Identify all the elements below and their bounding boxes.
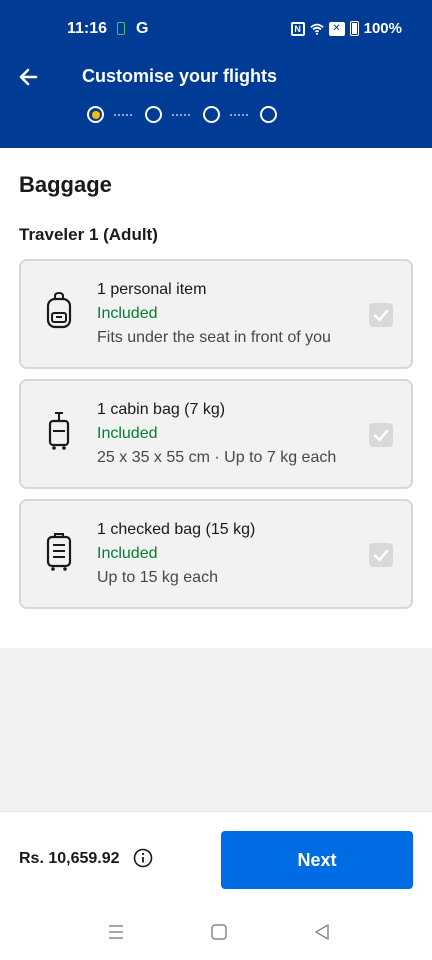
- home-square-icon[interactable]: [209, 922, 229, 942]
- progress-stepper: [87, 106, 287, 124]
- checkbox-checked-icon[interactable]: [369, 543, 393, 567]
- step-divider: [114, 114, 132, 116]
- google-icon: G: [136, 20, 149, 37]
- battery-percent: 100%: [363, 20, 402, 37]
- bag-description: Up to 15 kg each: [97, 569, 218, 586]
- step-4-indicator: [260, 106, 277, 123]
- bag-status: Included: [97, 545, 158, 562]
- step-divider: [172, 114, 190, 116]
- checked-bag-icon: [46, 533, 72, 571]
- bag-card-checked-bag[interactable]: 1 checked bag (15 kg) Included Up to 15 …: [19, 499, 413, 609]
- cabin-bag-icon: [48, 412, 70, 450]
- next-button[interactable]: Next: [221, 831, 413, 889]
- page-title: Customise your flights: [82, 66, 278, 86]
- nfc-icon: N: [290, 21, 305, 36]
- battery-icon: [349, 21, 359, 36]
- wifi-icon: [309, 23, 324, 35]
- traveler-label: Traveler 1 (Adult): [19, 225, 158, 244]
- total-price: Rs. 10,659.92: [19, 850, 120, 867]
- bag-name: 1 cabin bag (7 kg): [97, 401, 226, 418]
- info-icon[interactable]: [133, 848, 153, 868]
- menu-icon[interactable]: [106, 922, 126, 942]
- bag-name: 1 checked bag (15 kg): [97, 521, 256, 538]
- back-triangle-icon[interactable]: [312, 922, 332, 942]
- bag-card-cabin-bag[interactable]: 1 cabin bag (7 kg) Included 25 x 35 x 55…: [19, 379, 413, 489]
- backpack-icon: [46, 291, 72, 329]
- step-divider: [230, 114, 248, 116]
- bag-description: 25 x 35 x 55 cm · Up to 7 kg each: [97, 449, 337, 466]
- checkbox-checked-icon[interactable]: [369, 423, 393, 447]
- bag-description: Fits under the seat in front of you: [97, 329, 331, 346]
- app-header: 11:16 G N ✕ 100% Customise your flights: [0, 0, 432, 148]
- bag-card-personal-item[interactable]: 1 personal item Included Fits under the …: [19, 259, 413, 369]
- step-3-indicator: [203, 106, 220, 123]
- sim-x-icon: ✕: [328, 21, 345, 36]
- arrow-left-icon[interactable]: [14, 62, 44, 92]
- battery-saver-icon: [117, 22, 125, 35]
- section-title: Baggage: [19, 172, 112, 197]
- bag-name: 1 personal item: [97, 281, 207, 298]
- status-bar: 11:16 G N ✕ 100%: [0, 0, 432, 56]
- system-nav-bar: [0, 900, 432, 960]
- status-time: 11:16: [67, 20, 108, 37]
- bag-status: Included: [97, 305, 158, 322]
- status-icons: N ✕ 100%: [290, 20, 402, 37]
- bag-status: Included: [97, 425, 158, 442]
- step-2-indicator: [145, 106, 162, 123]
- baggage-section: Baggage Traveler 1 (Adult) 1 personal it…: [0, 148, 432, 648]
- checkbox-checked-icon[interactable]: [369, 303, 393, 327]
- step-1-indicator: [87, 106, 104, 123]
